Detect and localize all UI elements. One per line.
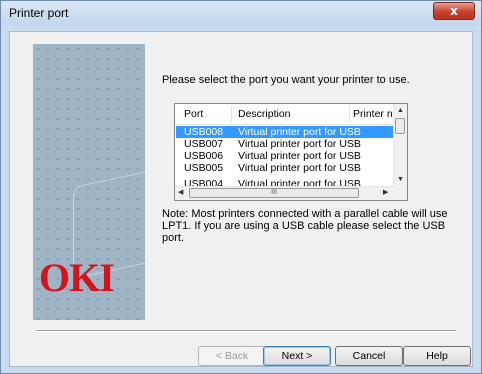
scroll-right-icon[interactable]: ▶ <box>383 188 388 196</box>
window-title: Printer port <box>9 6 69 20</box>
printer-port-dialog: Printer port x OKI Please select the por… <box>0 0 482 374</box>
back-button[interactable]: < Back <box>198 346 266 366</box>
list-item[interactable]: USB005 Virtual printer port for USB <box>176 162 395 174</box>
port-cell: USB005 <box>184 162 224 174</box>
scrollbar-corner <box>394 187 407 200</box>
port-cell: USB007 <box>184 138 224 150</box>
description-cell: Virtual printer port for USB <box>238 150 361 162</box>
horizontal-scroll-thumb[interactable]: III <box>189 188 359 198</box>
oki-logo: OKI <box>39 255 115 300</box>
vertical-scrollbar[interactable]: ▲ ▼ <box>393 104 407 188</box>
list-item[interactable]: USB007 Virtual printer port for USB <box>176 138 395 150</box>
scroll-up-icon[interactable]: ▲ <box>394 107 407 114</box>
dialog-body: OKI Please select the port you want your… <box>9 31 473 367</box>
instruction-text: Please select the port you want your pri… <box>162 74 410 86</box>
list-header: Port Description Printer nan <box>175 104 395 125</box>
port-cell: USB008 <box>184 126 224 138</box>
port-listview[interactable]: Port Description Printer nan USB008 Virt… <box>174 103 408 201</box>
next-button[interactable]: Next > <box>263 346 331 366</box>
oki-banner-image: OKI <box>33 44 145 320</box>
column-header-description[interactable]: Description <box>238 108 291 120</box>
port-cell: USB006 <box>184 150 224 162</box>
title-bar[interactable]: Printer port x <box>1 1 481 25</box>
description-cell: Virtual printer port for USB <box>238 162 361 174</box>
scroll-down-icon[interactable]: ▼ <box>394 176 407 183</box>
list-item[interactable]: USB008 Virtual printer port for USB <box>176 126 395 138</box>
vertical-scroll-thumb[interactable] <box>395 118 405 134</box>
description-cell: Virtual printer port for USB <box>238 126 361 138</box>
close-icon: x <box>450 4 458 18</box>
horizontal-scrollbar[interactable]: ◀ III ▶ <box>175 186 395 200</box>
column-header-printer-name[interactable]: Printer nan <box>353 108 393 120</box>
close-button[interactable]: x <box>433 2 475 20</box>
column-divider[interactable] <box>231 106 232 122</box>
scroll-left-icon[interactable]: ◀ <box>178 188 183 196</box>
column-header-port[interactable]: Port <box>184 108 203 120</box>
button-separator <box>36 330 456 332</box>
help-button[interactable]: Help <box>403 346 471 366</box>
list-item[interactable]: USB006 Virtual printer port for USB <box>176 150 395 162</box>
usb-port-note: Note: Most printers connected with a par… <box>162 208 448 244</box>
description-cell: Virtual printer port for USB <box>238 138 361 150</box>
column-divider[interactable] <box>349 106 350 122</box>
cancel-button[interactable]: Cancel <box>335 346 403 366</box>
